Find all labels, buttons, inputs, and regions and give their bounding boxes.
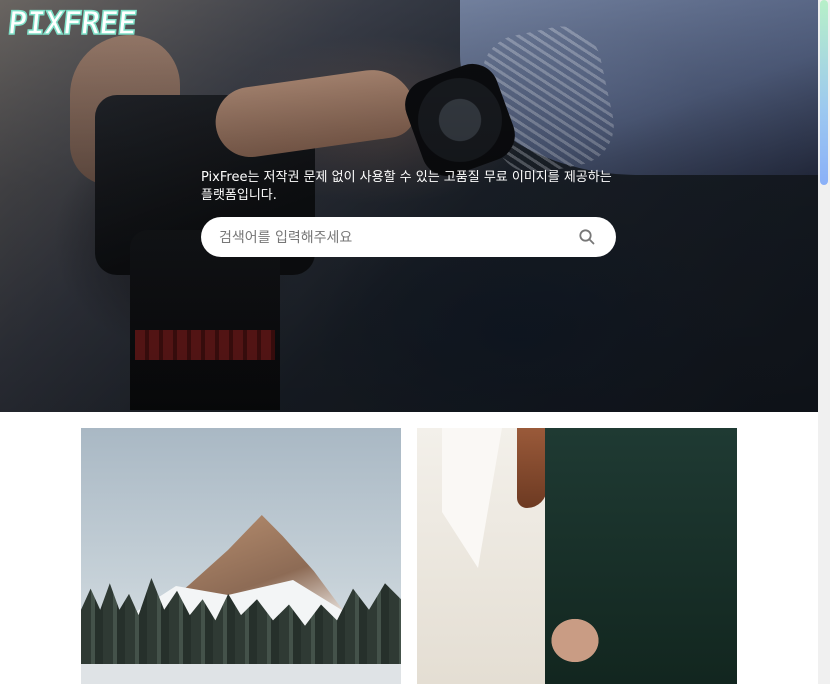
site-logo[interactable]: PIXFREE — [5, 3, 138, 43]
hero-tagline: PixFree는 저작권 문제 없이 사용할 수 있는 고품질 무료 이미지를 … — [201, 170, 612, 203]
gallery-item-couple[interactable] — [417, 428, 737, 684]
scrollbar-thumb[interactable] — [820, 0, 828, 185]
hero-overlay — [0, 0, 818, 412]
snow-ground — [81, 664, 401, 684]
page-scrollbar[interactable] — [818, 0, 830, 684]
holding-hands — [545, 613, 605, 668]
search-bar — [201, 217, 616, 259]
gallery-item-mountain[interactable] — [81, 428, 401, 684]
hero-banner: PIXFREE PixFree는 저작권 문제 없이 사용할 수 있는 고품질 … — [0, 0, 818, 412]
search-icon — [579, 229, 595, 245]
hair — [517, 428, 547, 508]
search-button[interactable] — [578, 228, 596, 246]
search-input[interactable] — [217, 217, 571, 259]
